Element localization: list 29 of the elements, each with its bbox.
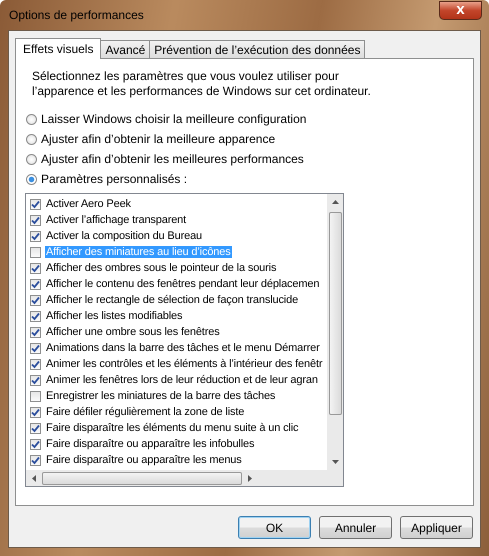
- effect-label[interactable]: Animations dans la barre des tâches et le menu Démarrer: [45, 342, 321, 354]
- effect-label[interactable]: Animer les contrôles et les éléments à l’intérieur des fenêtr: [45, 358, 324, 370]
- effect-label[interactable]: Afficher le contenu des fenêtres pendant leur déplacemen: [45, 278, 320, 290]
- effect-label[interactable]: Afficher les listes modifiables: [45, 310, 184, 322]
- tab[interactable]: Avancé: [100, 40, 150, 58]
- effect-label[interactable]: Activer l’affichage transparent: [45, 214, 188, 226]
- effect-label[interactable]: Faire disparaître ou apparaître les infobulles: [45, 438, 256, 450]
- effect-label[interactable]: Afficher des ombres sous le pointeur de la souris: [45, 262, 278, 274]
- effect-label[interactable]: Afficher le rectangle de sélection de façon translucide: [45, 294, 300, 306]
- close-button[interactable]: X: [439, 0, 482, 20]
- dialog-button[interactable]: Annuler: [319, 516, 392, 539]
- effect-label[interactable]: Afficher une ombre sous les fenêtres: [45, 326, 221, 338]
- window-title: Options de performances: [8, 8, 144, 22]
- effect-label[interactable]: Faire défiler régulièrement la zone de liste: [45, 406, 246, 418]
- radio-label[interactable]: Ajuster afin d’obtenir les meilleures performances: [41, 152, 304, 166]
- dialog-button[interactable]: OK: [238, 516, 311, 539]
- description-text: Sélectionnez les paramètres que vous voulez utiliser pour l’apparence et les performances de Windows sur cet ordinateur.: [32, 69, 372, 99]
- effect-label[interactable]: Faire disparaître les éléments du menu suite à un clic: [45, 422, 300, 434]
- effect-label[interactable]: Enregistrer les miniatures de la barre des tâches: [45, 390, 276, 402]
- effect-label[interactable]: Animer les fenêtres lors de leur réduction et de leur agran: [45, 374, 319, 386]
- effect-label[interactable]: Activer la composition du Bureau: [45, 230, 204, 242]
- tab[interactable]: Effets visuels: [15, 38, 102, 59]
- effect-label[interactable]: Activer Aero Peek: [45, 198, 132, 210]
- radio-label[interactable]: Ajuster afin d’obtenir la meilleure apparence: [41, 132, 276, 146]
- tab[interactable]: Prévention de l’exécution des données: [149, 40, 366, 58]
- effect-label[interactable]: Faire disparaître ou apparaître les menus: [45, 454, 243, 466]
- radio-label[interactable]: Laisser Windows choisir la meilleure configuration: [41, 112, 306, 126]
- radio-label[interactable]: Paramètres personnalisés :: [41, 172, 188, 186]
- dialog-button[interactable]: Appliquer: [400, 516, 473, 539]
